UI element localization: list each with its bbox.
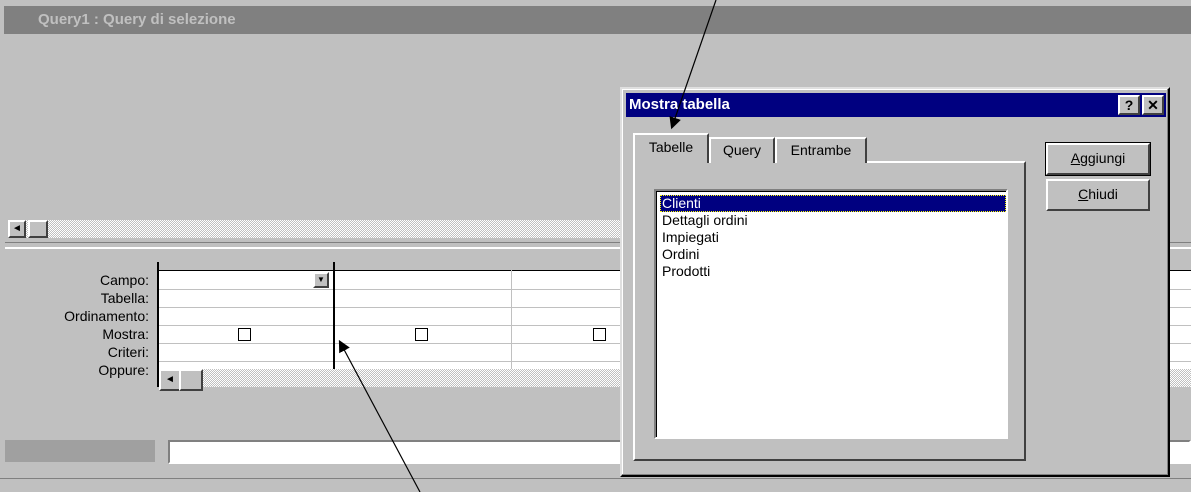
annotation-arrows (338, 0, 717, 492)
arrow-to-tabelle-tab (669, 0, 717, 130)
arrow-to-design-grid (338, 339, 421, 492)
tab-tabelle[interactable]: Tabelle (633, 133, 709, 163)
tab-tabelle-label: Tabelle (648, 139, 694, 155)
